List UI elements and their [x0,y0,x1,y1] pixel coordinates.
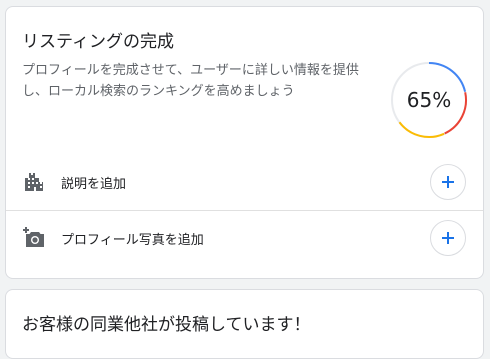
task-row-add-description[interactable]: 説明を追加 [6,155,483,209]
completion-progress-ring: 65% [389,60,469,140]
competitor-posts-card: お客様の同業他社が投稿しています！ [5,289,484,359]
add-photo-icon [22,226,46,250]
task-label: 説明を追加 [61,177,127,192]
plus-icon [442,232,454,244]
add-description-button[interactable] [430,164,466,200]
task-row-add-profile-photo[interactable]: プロフィール写真を追加 [6,210,483,264]
add-profile-photo-button[interactable] [430,220,466,256]
progress-percent: 65% [406,88,452,112]
card-title: リスティングの完成 [22,32,174,52]
plus-icon [442,176,454,188]
building-icon [22,170,46,194]
card-description: プロフィールを完成させて、ユーザーに詳しい情報を提供し、ローカル検索のランキング… [22,63,359,99]
task-label: プロフィール写真を追加 [61,233,204,248]
card-title: お客様の同業他社が投稿しています！ [22,315,311,335]
listing-completion-card: リスティングの完成 プロフィールを完成させて、ユーザーに詳しい情報を提供し、ロー… [5,6,484,279]
